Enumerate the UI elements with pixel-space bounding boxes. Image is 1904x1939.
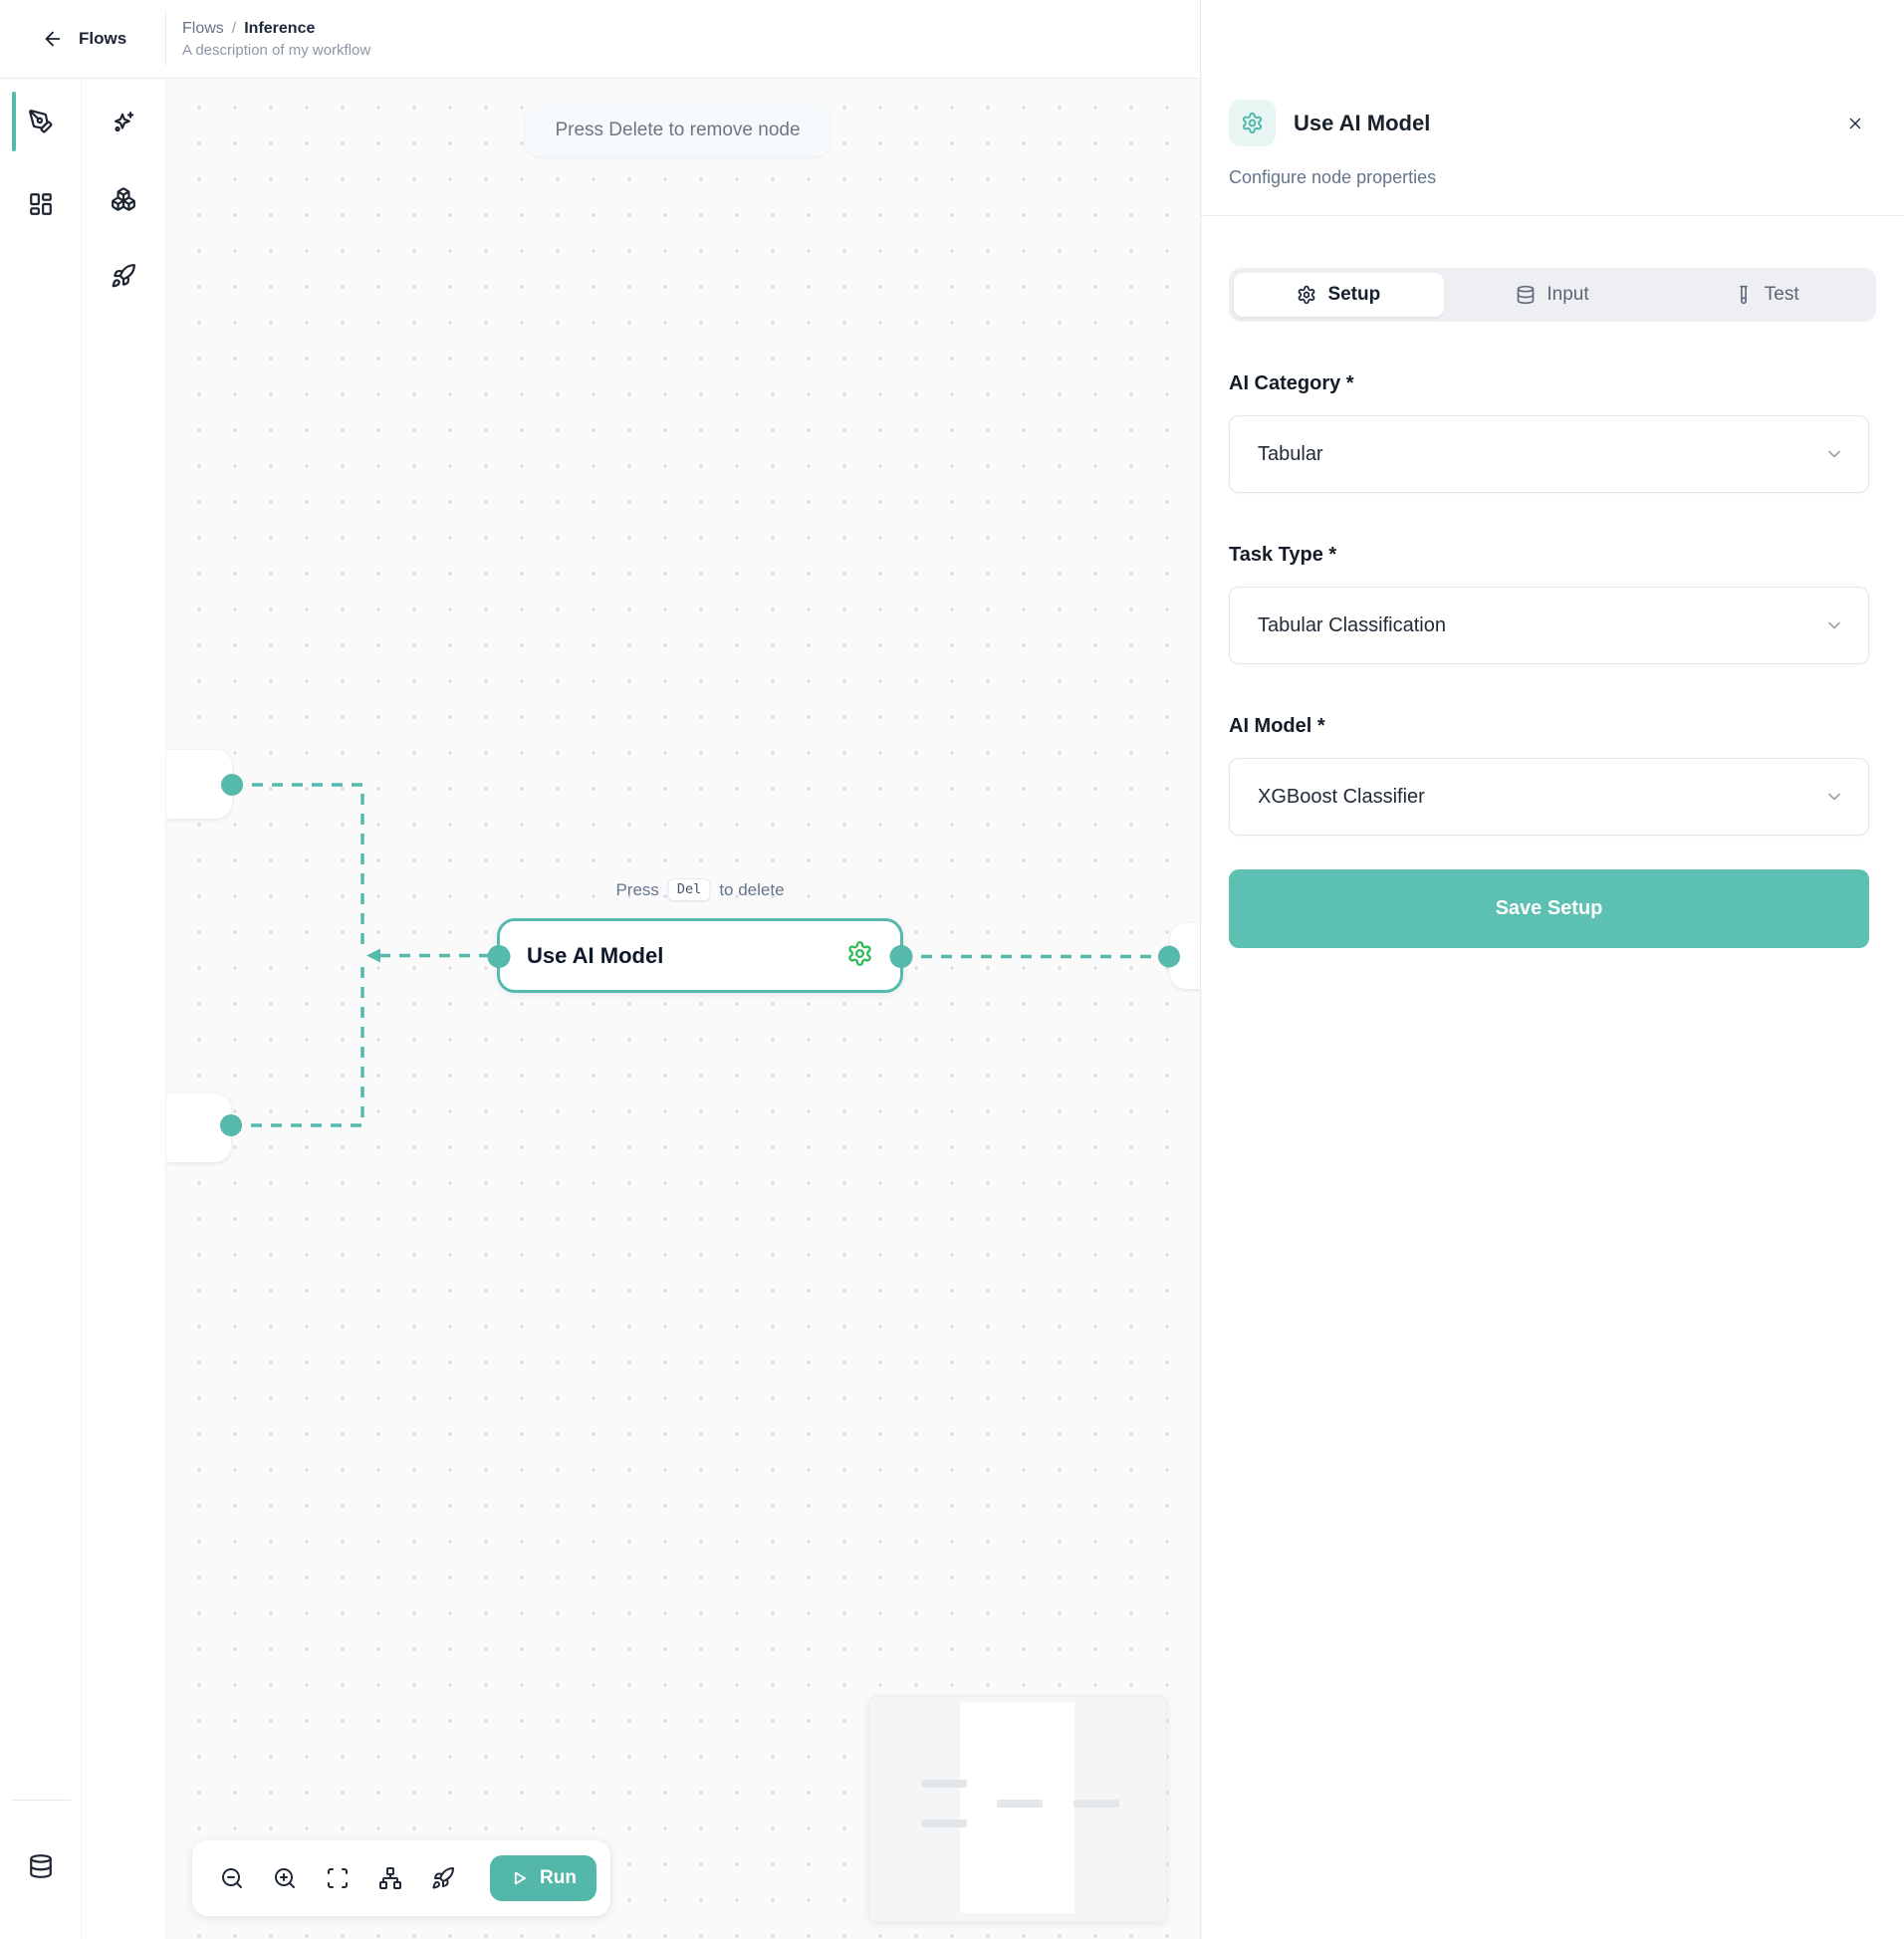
save-setup-button[interactable]: Save Setup xyxy=(1229,869,1869,948)
edge-top-left xyxy=(232,785,362,952)
panel-title: Use AI Model xyxy=(1294,111,1430,136)
test-tube-icon xyxy=(1734,285,1754,305)
del-key-badge: Del xyxy=(668,878,710,901)
panel-divider xyxy=(1201,215,1904,216)
close-icon[interactable] xyxy=(1840,109,1870,138)
panel-subtitle: Configure node properties xyxy=(1229,167,1870,188)
minimap[interactable] xyxy=(868,1696,1167,1922)
canvas-toolbar: Run xyxy=(192,1840,610,1916)
minimap-node xyxy=(921,1780,967,1788)
tab-setup[interactable]: Setup xyxy=(1234,273,1444,317)
sidebar-divider xyxy=(11,1800,71,1801)
rocket-icon[interactable] xyxy=(111,263,136,289)
upstream-node-top[interactable] xyxy=(166,750,232,819)
edge-bottom-left xyxy=(231,960,362,1125)
downstream-node[interactable] xyxy=(1170,923,1200,989)
run-button[interactable]: Run xyxy=(490,1855,596,1901)
flow-canvas[interactable]: Press Delete to remove node Press Del to… xyxy=(166,79,1200,1939)
ai-model-select[interactable]: XGBoost Classifier xyxy=(1229,758,1869,836)
panel-tabs: Setup Input Test xyxy=(1229,268,1876,322)
chevron-down-icon xyxy=(1824,615,1844,635)
flow-edges xyxy=(166,79,1200,1939)
minimap-node xyxy=(1073,1800,1119,1808)
task-type-select[interactable]: Tabular Classification xyxy=(1229,587,1869,664)
minimap-node xyxy=(921,1819,967,1827)
hint-suffix: to delete xyxy=(719,880,784,900)
ai-category-label: AI Category * xyxy=(1229,372,1869,395)
hint-prefix: Press xyxy=(615,880,658,900)
app-root: Flows Flows / Inference A description of… xyxy=(0,0,1904,1939)
minimap-viewport[interactable] xyxy=(960,1702,1074,1913)
database-icon[interactable] xyxy=(28,1853,54,1879)
gear-icon[interactable] xyxy=(846,940,873,972)
properties-panel: Use AI Model Configure node properties S… xyxy=(1200,0,1904,1939)
back-nav[interactable]: Flows xyxy=(0,0,166,78)
ai-category-value: Tabular xyxy=(1258,443,1323,466)
fit-view-icon[interactable] xyxy=(326,1866,350,1890)
minimap-node xyxy=(997,1800,1043,1808)
use-ai-model-node[interactable]: Use AI Model xyxy=(497,918,903,993)
chevron-down-icon xyxy=(1824,444,1844,464)
layout-grid-icon[interactable] xyxy=(28,191,54,217)
rocket-icon[interactable] xyxy=(431,1866,455,1890)
node-type-badge xyxy=(1229,100,1276,146)
ai-category-select[interactable]: Tabular xyxy=(1229,415,1869,493)
node-label: Use AI Model xyxy=(527,943,663,969)
edge-arrow xyxy=(366,949,380,963)
layout-tree-icon[interactable] xyxy=(378,1866,402,1890)
active-tool-indicator xyxy=(12,92,16,151)
breadcrumb-separator: / xyxy=(232,20,236,38)
play-icon xyxy=(510,1868,530,1888)
database-icon xyxy=(1516,285,1536,305)
tab-input[interactable]: Input xyxy=(1448,273,1658,317)
gear-icon xyxy=(1297,285,1316,305)
ai-model-value: XGBoost Classifier xyxy=(1258,786,1425,809)
boxes-icon[interactable] xyxy=(111,186,136,212)
ai-model-label: AI Model * xyxy=(1229,715,1869,738)
workflow-description: A description of my workflow xyxy=(182,42,370,59)
arrow-left-icon[interactable] xyxy=(42,28,64,50)
run-label: Run xyxy=(540,1867,577,1889)
sidebar-primary xyxy=(0,79,82,1939)
back-label[interactable]: Flows xyxy=(79,29,126,49)
tab-test[interactable]: Test xyxy=(1661,273,1871,317)
pen-tool-icon[interactable] xyxy=(28,109,54,134)
gear-icon xyxy=(1241,112,1264,134)
breadcrumb-parent[interactable]: Flows xyxy=(182,20,224,38)
sparkles-plus-icon[interactable] xyxy=(111,110,136,135)
delete-key-hint: Press Del to delete xyxy=(615,878,784,901)
upstream-node-bottom[interactable] xyxy=(166,1093,231,1162)
task-type-label: Task Type * xyxy=(1229,544,1869,567)
tab-label: Test xyxy=(1765,284,1799,306)
tab-label: Input xyxy=(1547,284,1588,306)
breadcrumb-current: Inference xyxy=(244,20,315,38)
chevron-down-icon xyxy=(1824,787,1844,807)
zoom-in-icon[interactable] xyxy=(273,1866,297,1890)
delete-node-tooltip: Press Delete to remove node xyxy=(526,105,830,156)
breadcrumb: Flows / Inference A description of my wo… xyxy=(166,0,370,78)
tab-label: Setup xyxy=(1327,284,1380,306)
setup-form: AI Category * Tabular Task Type * Tabula… xyxy=(1201,372,1904,948)
left-section: Flows Flows / Inference A description of… xyxy=(0,0,1200,1939)
zoom-out-icon[interactable] xyxy=(220,1866,244,1890)
sidebar-secondary xyxy=(82,79,166,1939)
app-header: Flows Flows / Inference A description of… xyxy=(0,0,1200,79)
task-type-value: Tabular Classification xyxy=(1258,614,1446,637)
